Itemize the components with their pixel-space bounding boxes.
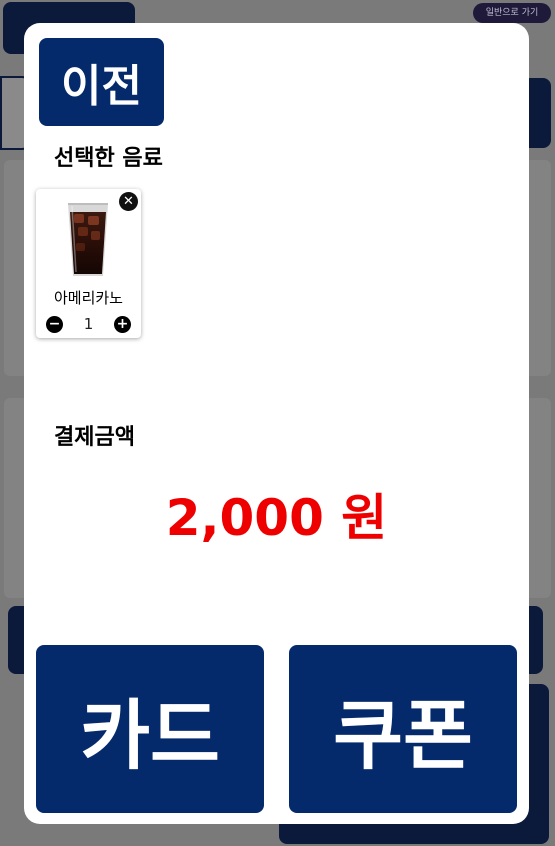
payment-amount-title: 결제금액 bbox=[54, 425, 135, 450]
selected-drinks-title: 선택한 음료 bbox=[54, 146, 163, 171]
coupon-payment-button[interactable]: 쿠폰 bbox=[289, 645, 517, 813]
payment-modal: 이전 선택한 음료 ✕ 아메리카노 − 1 + 결제금액 2,000 원 카드 … bbox=[24, 23, 529, 824]
card-payment-button[interactable]: 카드 bbox=[36, 645, 264, 813]
iced-americano-image bbox=[68, 203, 108, 276]
quantity-stepper: − 1 + bbox=[46, 315, 131, 333]
remove-item-icon[interactable]: ✕ bbox=[119, 192, 138, 211]
prev-button[interactable]: 이전 bbox=[39, 38, 164, 126]
item-name: 아메리카노 bbox=[53, 289, 123, 307]
quantity-value: 1 bbox=[83, 315, 94, 333]
selected-item-card: ✕ 아메리카노 − 1 + bbox=[36, 189, 141, 338]
total-amount: 2,000 원 bbox=[165, 489, 388, 547]
bg-mode-button: 일반으로 가기 bbox=[473, 3, 551, 23]
plus-icon[interactable]: + bbox=[113, 315, 131, 333]
minus-icon[interactable]: − bbox=[46, 315, 63, 333]
